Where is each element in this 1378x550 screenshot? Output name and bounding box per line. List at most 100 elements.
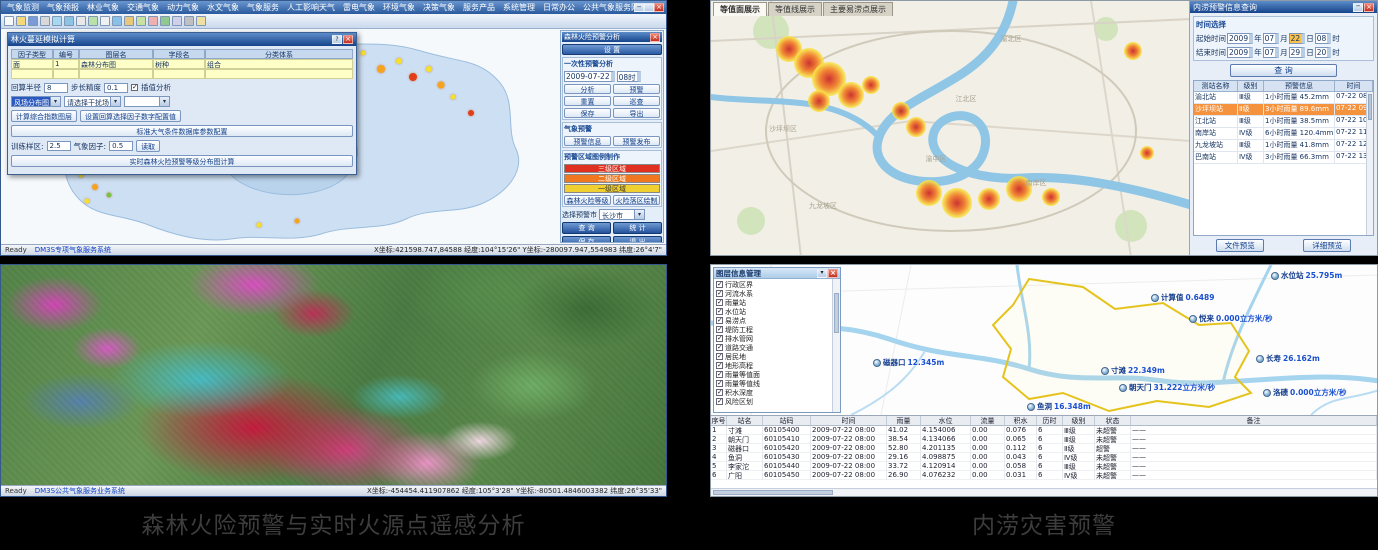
end-day-spinner[interactable]: 29 <box>1289 47 1306 58</box>
result-table-header[interactable]: 备注 <box>1131 416 1377 426</box>
station-marker[interactable]: 长寿 26.162m <box>1256 353 1320 364</box>
tab[interactable]: 等值面展示 <box>713 2 767 16</box>
result-table-header[interactable]: 状态 <box>1095 416 1131 426</box>
toolbar-icon[interactable] <box>184 16 194 26</box>
layer-checkbox[interactable] <box>716 362 723 369</box>
close-icon[interactable] <box>654 3 664 12</box>
toolbar-icon[interactable] <box>112 16 122 26</box>
menu-item[interactable]: 服务产品 <box>459 2 499 13</box>
result-table-header[interactable]: 站码 <box>763 416 811 426</box>
layer-checkbox[interactable] <box>716 281 723 288</box>
preview-button[interactable]: 文件预览 <box>1216 239 1264 252</box>
layer-checkbox[interactable] <box>716 326 723 333</box>
query-button[interactable]: 查 询 <box>1230 64 1337 77</box>
layer-checkbox[interactable] <box>716 371 723 378</box>
layer-checkbox[interactable] <box>716 389 723 396</box>
disturbance-dropdown[interactable]: 请选择干扰场 <box>64 96 121 107</box>
fire-point[interactable] <box>257 223 262 228</box>
fire-point[interactable] <box>438 82 445 89</box>
end-year-spinner[interactable]: 2009 <box>1227 47 1253 58</box>
result-table-header[interactable]: 时间 <box>811 416 887 426</box>
city-map[interactable]: 渝北区江北区沙坪坝区渝中区南岸区九龙坡区 等值面展示等值线展示主要易涝点展示 <box>711 1 1191 256</box>
system-name-link[interactable]: DM3S专项气象服务系统 <box>35 245 111 255</box>
step-input[interactable]: 0.1 <box>104 83 128 93</box>
start-month-spinner[interactable]: 07 <box>1263 33 1280 44</box>
preview-button[interactable]: 详细预览 <box>1303 239 1351 252</box>
settings-button[interactable]: 设 置 <box>562 44 662 55</box>
layer-checkbox[interactable] <box>716 308 723 315</box>
radius-input[interactable]: 8 <box>44 83 68 93</box>
warning-table-header[interactable]: 级别 <box>1238 81 1264 92</box>
close-icon[interactable] <box>343 35 353 44</box>
toolbar-icon[interactable] <box>76 16 86 26</box>
analysis-button[interactable]: 分析 <box>564 84 611 94</box>
toolbar-icon[interactable] <box>52 16 62 26</box>
collapse-icon[interactable] <box>817 269 827 278</box>
factor-table-row[interactable]: 面1森林分布图树种组合 <box>11 59 353 69</box>
result-table-header[interactable]: 积水 <box>1005 416 1037 426</box>
station-marker[interactable]: 水位站 25.795m <box>1271 270 1342 281</box>
warning-table-row[interactable]: 九龙坡站Ⅲ级1小时雨量 41.8mm07-22 12 <box>1194 140 1373 152</box>
wind-field-dropdown[interactable]: 风场分布图 <box>11 96 61 107</box>
result-table-header[interactable]: 雨量 <box>887 416 921 426</box>
station-marker[interactable]: 计算值 0.6489 <box>1151 292 1214 303</box>
tab[interactable]: 主要易涝点展示 <box>823 2 893 16</box>
result-table-row[interactable]: 1寸滩601054002009-07-22 08:0041.024.154006… <box>711 426 1377 435</box>
fire-point[interactable] <box>377 65 385 73</box>
result-table-row[interactable]: 4鱼洞601054302009-07-22 08:0029.164.098875… <box>711 453 1377 462</box>
legend-button[interactable]: 火险落区绘制 <box>613 195 660 205</box>
toolbar-icon[interactable] <box>124 16 134 26</box>
analysis-hour-spinner[interactable]: 08时 <box>617 71 641 82</box>
sidebar-action-button[interactable]: 统 计 <box>613 222 662 234</box>
layer-checkbox[interactable] <box>716 335 723 342</box>
fire-point[interactable] <box>426 66 432 72</box>
menu-item[interactable]: 系统管理 <box>499 2 539 13</box>
warning-table-header[interactable]: 测站名称 <box>1194 81 1238 92</box>
flood-map[interactable]: 水位站 25.795m 计算值 0.6489 悦来 0.000立方米/秒 <box>711 265 1378 415</box>
result-table-header[interactable]: 序号 <box>711 416 727 426</box>
toolbar-icon[interactable] <box>136 16 146 26</box>
tab[interactable]: 等值线展示 <box>768 2 822 16</box>
fire-point[interactable] <box>468 110 474 116</box>
layer-item[interactable]: 风险区划 <box>716 397 831 406</box>
fire-point[interactable] <box>295 219 300 224</box>
toolbar-icon[interactable] <box>88 16 98 26</box>
station-marker[interactable]: 悦来 0.000立方米/秒 <box>1189 313 1272 324</box>
menu-item[interactable]: 雷电气象 <box>339 2 379 13</box>
analysis-button[interactable]: 导出 <box>613 108 660 118</box>
analysis-button[interactable]: 保存 <box>564 108 611 118</box>
end-month-spinner[interactable]: 07 <box>1263 47 1280 58</box>
warning-table-row[interactable]: 南岸站Ⅳ级6小时雨量 120.4mm07-22 11 <box>1194 128 1373 140</box>
interpolation-checkbox[interactable] <box>131 84 138 91</box>
hscrollbar[interactable] <box>711 488 1377 496</box>
fire-point[interactable] <box>409 73 417 81</box>
scrollbar-thumb[interactable] <box>713 490 833 495</box>
result-table-header[interactable]: 流量 <box>971 416 1005 426</box>
toolbar-icon[interactable] <box>4 16 14 26</box>
query-panel-title-bar[interactable]: 内涝预警信息查询 <box>1190 1 1377 13</box>
warning-table-row[interactable]: 沙坪坝站Ⅱ级3小时雨量 89.6mm07-22 09 <box>1194 104 1373 116</box>
layer-panel-title-bar[interactable]: 图层信息管理 <box>714 268 840 279</box>
dialog-title-bar[interactable]: 林火蔓延模拟计算 <box>8 33 356 46</box>
menu-item[interactable]: 人工影响天气 <box>283 2 339 13</box>
result-table-header[interactable]: 级别 <box>1063 416 1095 426</box>
menu-item[interactable]: 林业气象 <box>83 2 123 13</box>
fire-point[interactable] <box>107 193 112 198</box>
factor-config-button[interactable]: 设置回算选择因子数字配置值 <box>80 110 181 122</box>
layer-checkbox[interactable] <box>716 380 723 387</box>
read-button[interactable]: 读取 <box>136 140 160 152</box>
system-name-link[interactable]: DM3S公共气象服务业务系统 <box>35 486 125 496</box>
result-table-row[interactable]: 6广阳601054502009-07-22 08:0026.904.076232… <box>711 471 1377 480</box>
fire-point[interactable] <box>361 51 366 56</box>
fire-point[interactable] <box>92 184 98 190</box>
layer-checkbox[interactable] <box>716 290 723 297</box>
menu-item[interactable]: 日常办公 <box>539 2 579 13</box>
satellite-image[interactable] <box>1 265 666 485</box>
layer-checkbox[interactable] <box>716 344 723 351</box>
help-icon[interactable] <box>332 35 342 44</box>
scrollbar-thumb[interactable] <box>1368 94 1372 120</box>
menu-item[interactable]: 环境气象 <box>379 2 419 13</box>
sidebar-action-button[interactable]: 保 存 <box>562 236 611 243</box>
layer-scrollbar[interactable] <box>832 279 840 412</box>
toolbar-icon[interactable] <box>148 16 158 26</box>
